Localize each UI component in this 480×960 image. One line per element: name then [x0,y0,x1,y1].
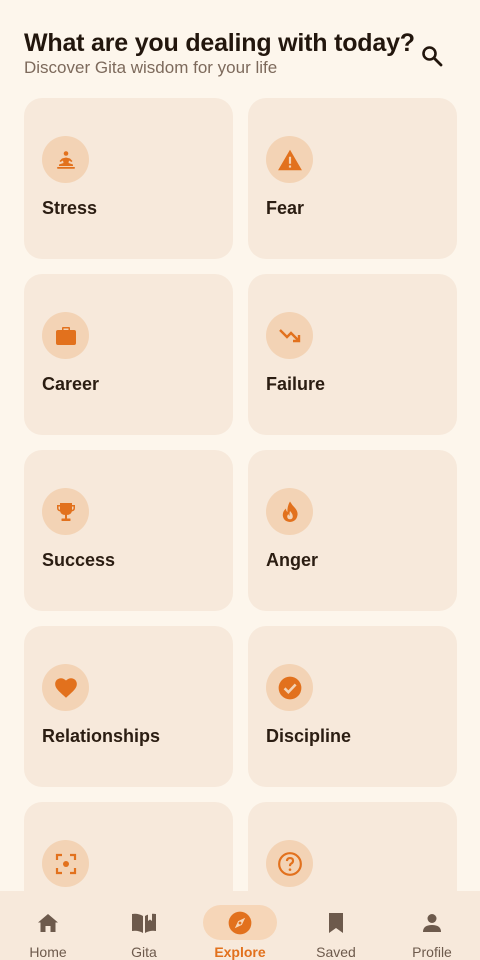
search-icon [422,46,443,67]
nav-icon-wrap [11,905,85,940]
icon-badge [266,136,313,183]
topic-card-anger[interactable]: Anger [248,450,457,611]
help-circle-icon [277,851,302,876]
icon-badge [42,840,89,887]
nav-item-explore[interactable]: Explore [192,891,288,960]
home-icon [38,913,58,932]
topic-label: Fear [266,198,305,218]
trending-down-icon [278,328,300,342]
topic-label: Failure [266,374,326,394]
bookmark-icon [329,912,343,933]
nav-item-home[interactable]: Home [0,891,96,960]
topic-card-fear[interactable]: Fear [248,98,457,259]
page-subtitle: Discover Gita wisdom for your life [24,58,278,77]
page-title: What are you dealing with today? [24,29,415,57]
trophy-icon [56,502,75,521]
icon-badge [266,312,313,359]
topic-grid: Stress Fear Career Failure Success Anger… [24,98,457,960]
nav-icon-wrap [107,905,181,940]
person-icon [423,913,441,932]
fire-icon [282,501,298,522]
topic-card-discipline[interactable]: Discipline [248,626,457,787]
heart-icon [54,677,77,698]
nav-icon-wrap [203,905,277,940]
icon-badge [42,136,89,183]
topic-card-success[interactable]: Success [24,450,233,611]
topic-label: Career [42,374,100,394]
bottom-navigation: Home Gita Explore Saved Profile [0,891,480,960]
topic-card-stress[interactable]: Stress [24,98,233,259]
nav-item-gita[interactable]: Gita [96,891,192,960]
explore-screen: What are you dealing with today? Discove… [0,0,480,960]
nav-label: Saved [316,944,356,960]
icon-badge [42,664,89,711]
focus-icon [55,853,76,874]
nav-item-saved[interactable]: Saved [288,891,384,960]
topic-label: Stress [42,198,98,218]
topic-label: Discipline [266,726,352,746]
icon-badge [42,488,89,535]
compass-icon [228,911,252,934]
book-icon [132,912,156,933]
nav-label: Home [29,944,67,960]
nav-label: Explore [214,944,266,960]
nav-item-profile[interactable]: Profile [384,891,480,960]
icon-badge [266,488,313,535]
icon-badge [266,840,313,887]
warning-icon [277,149,302,170]
nav-icon-wrap [395,905,469,940]
check-circle-icon [278,676,301,699]
header: What are you dealing with today? Discove… [24,28,456,84]
topic-label: Relationships [42,726,161,746]
topic-label: Anger [266,550,319,570]
nav-label: Profile [412,944,452,960]
icon-badge [266,664,313,711]
nav-icon-wrap [299,905,373,940]
topic-card-career[interactable]: Career [24,274,233,435]
topic-card-relationships[interactable]: Relationships [24,626,233,787]
search-button[interactable] [416,40,448,72]
nav-label: Gita [131,944,157,960]
icon-badge [42,312,89,359]
topic-card-failure[interactable]: Failure [248,274,457,435]
briefcase-icon [55,326,76,345]
meditation-icon [56,150,75,169]
topic-label: Success [42,550,116,570]
